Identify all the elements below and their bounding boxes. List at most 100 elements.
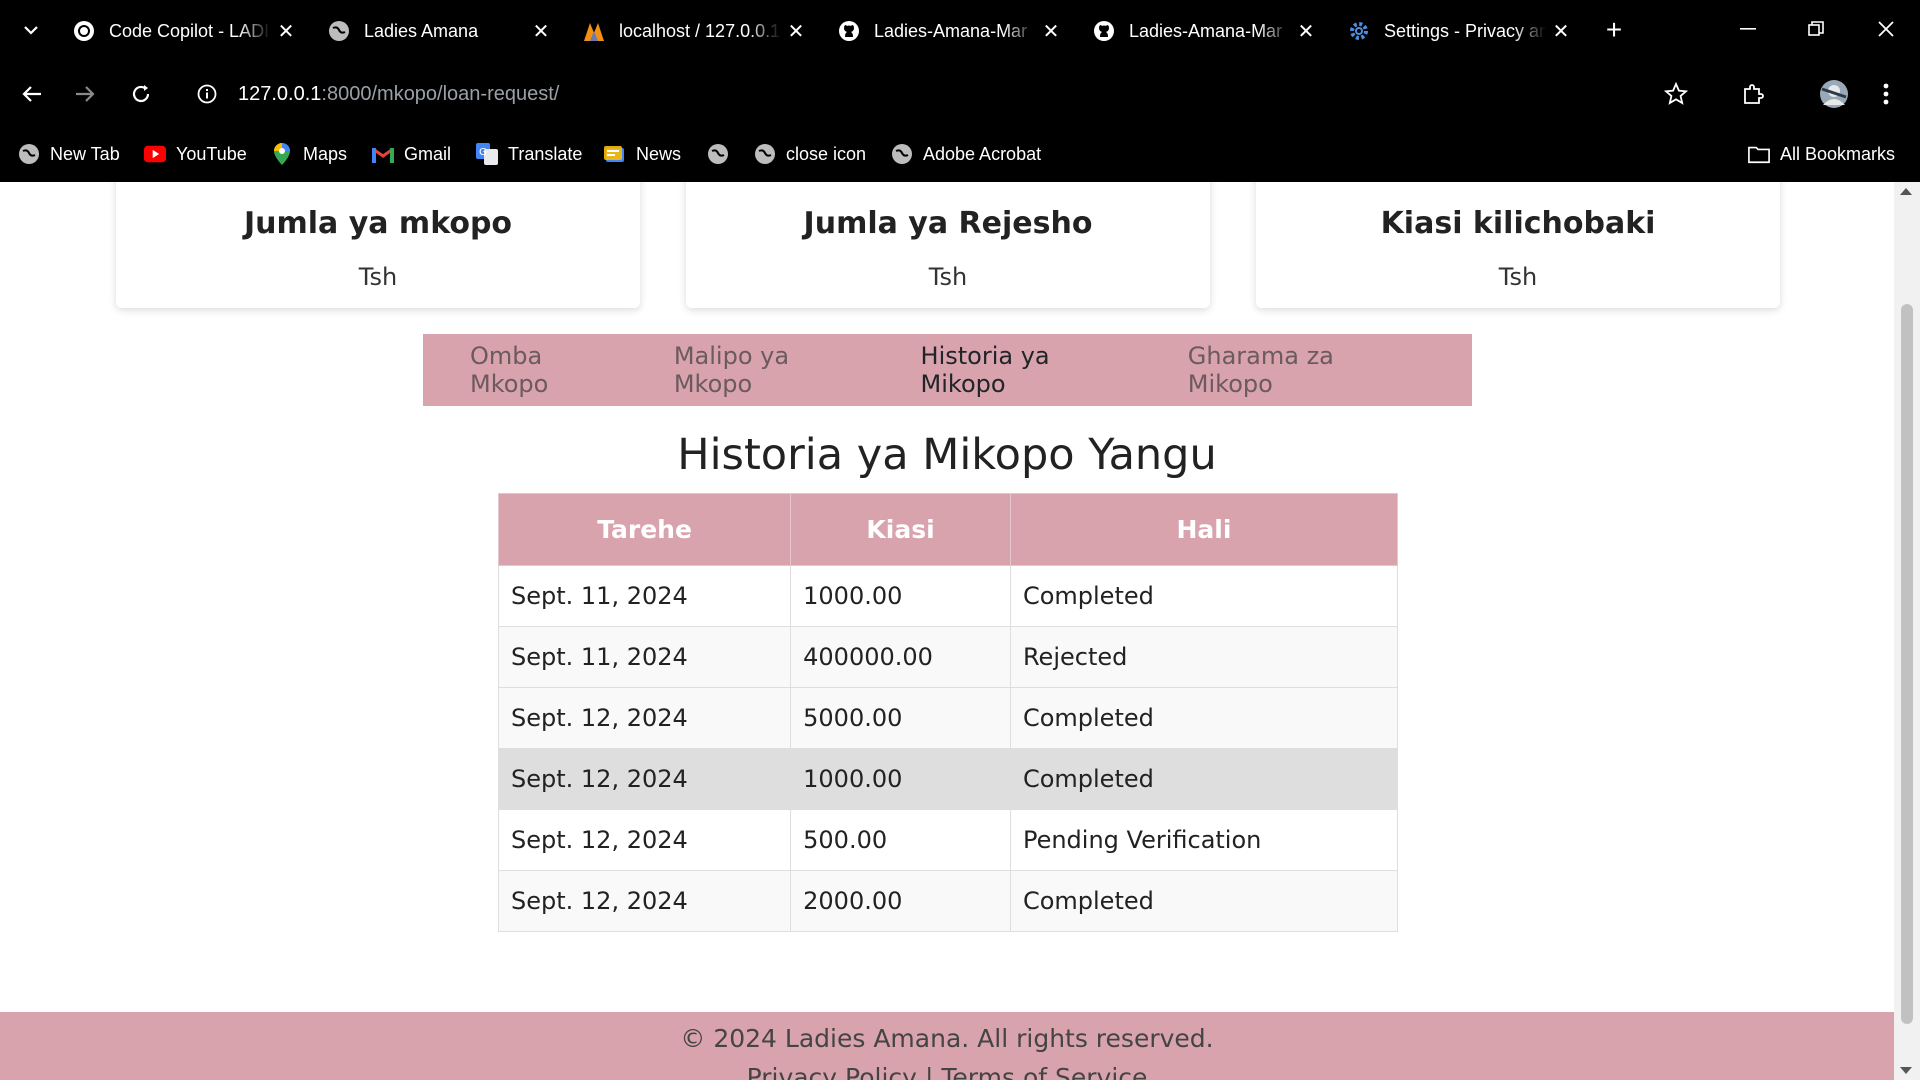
close-tab-icon[interactable]: ✕ [1036, 19, 1066, 44]
column-header-date: Tarehe [497, 493, 792, 566]
summary-card-value: Tsh [358, 263, 398, 291]
nav-request-loan[interactable]: Omba Mkopo [470, 342, 628, 398]
browser-menu-icon[interactable] [1868, 76, 1904, 112]
close-tab-icon[interactable]: ✕ [1291, 19, 1321, 44]
nav-loan-history[interactable]: Historia ya Mikopo [921, 342, 1142, 398]
nav-loan-payments[interactable]: Malipo ya Mkopo [674, 342, 875, 398]
tab-title: Ladies-Amana-Mar [1129, 20, 1283, 41]
maps-icon [271, 143, 293, 165]
cell-date: Sept. 11, 2024 [497, 626, 792, 688]
github-icon [1092, 19, 1116, 43]
table-row: Sept. 12, 2024 5000.00 Completed [497, 687, 1399, 749]
cell-status: Rejected [1009, 626, 1399, 688]
bookmark-label: Translate [508, 143, 583, 164]
minimize-icon[interactable] [1728, 12, 1768, 46]
tab-title: Code Copilot - LADIES AMANA [109, 20, 271, 41]
browser-tab[interactable]: Ladies-Amana-Mar ✕ [823, 10, 1078, 52]
summary-card-value: Tsh [928, 263, 968, 291]
cell-date: Sept. 12, 2024 [497, 870, 792, 932]
table-row: Sept. 11, 2024 1000.00 Completed [497, 565, 1399, 627]
back-arrow-icon[interactable] [14, 76, 50, 112]
table-row: Sept. 12, 2024 1000.00 Completed [497, 748, 1399, 810]
bookmark-label: Adobe Acrobat [923, 143, 1042, 164]
browser-tab[interactable]: Code Copilot - LADIES AMANA ✕ [58, 10, 313, 52]
browser-tab[interactable]: Settings - Privacy and security ✕ [1333, 10, 1588, 52]
cell-amount: 400000.00 [790, 626, 1011, 688]
bookmark-unnamed[interactable] [707, 140, 739, 168]
terms-of-service-link[interactable]: Terms of Service [941, 1063, 1147, 1080]
youtube-icon [144, 143, 166, 165]
page-viewport: Jumla ya mkopo Tsh Jumla ya Rejesho Tsh … [0, 182, 1920, 1080]
extensions-puzzle-icon[interactable] [1735, 76, 1771, 112]
table-row: Sept. 11, 2024 400000.00 Rejected [497, 626, 1399, 688]
tab-title: localhost / 127.0.0.1 [619, 20, 781, 41]
close-tab-icon[interactable]: ✕ [526, 19, 556, 44]
page-title: Historia ya Mikopo Yangu [677, 430, 1217, 480]
phpmyadmin-icon [582, 19, 606, 43]
cell-date: Sept. 12, 2024 [497, 809, 792, 871]
cell-status: Completed [1009, 565, 1399, 627]
table-row: Sept. 12, 2024 2000.00 Completed [497, 870, 1399, 932]
summary-card-title: Kiasi kilichobaki [1380, 206, 1656, 241]
bookmark-youtube[interactable]: YouTube [144, 140, 247, 168]
column-header-status: Hali [1009, 493, 1399, 566]
bookmark-new-tab[interactable]: New Tab [18, 140, 120, 168]
globe-icon [707, 143, 729, 165]
all-bookmarks-button[interactable]: All Bookmarks [1748, 140, 1895, 168]
new-tab-button[interactable]: + [1598, 14, 1630, 46]
cell-status: Completed [1009, 687, 1399, 749]
summary-card-total-loan: Jumla ya mkopo Tsh [116, 182, 640, 308]
news-icon [604, 143, 626, 165]
bookmark-label: News [636, 143, 682, 164]
site-info-icon[interactable] [192, 79, 222, 109]
browser-tab[interactable]: Ladies-Amana-Mar ✕ [1078, 10, 1333, 52]
restore-icon[interactable] [1796, 12, 1836, 46]
cell-status: Completed [1009, 870, 1399, 932]
bookmark-star-icon[interactable] [1658, 76, 1694, 112]
address-bar[interactable]: 127.0.0.1:8000/mkopo/loan-request/ [180, 70, 1630, 118]
bookmark-gmail[interactable]: Gmail [372, 140, 451, 168]
tab-title: Ladies Amana [364, 20, 479, 41]
bookmark-label: Maps [303, 143, 348, 164]
close-tab-icon[interactable]: ✕ [1546, 19, 1576, 44]
close-tab-icon[interactable]: ✕ [271, 19, 301, 44]
profile-avatar[interactable] [1816, 76, 1852, 112]
gear-icon [1347, 19, 1371, 43]
bookmark-news[interactable]: News [604, 140, 681, 168]
tab-title: Settings - Privacy and security [1384, 20, 1546, 41]
globe-icon [891, 143, 913, 165]
all-bookmarks-label: All Bookmarks [1780, 143, 1896, 164]
nav-loan-charges[interactable]: Gharama za Mikopo [1188, 342, 1426, 398]
scroll-up-arrow-icon[interactable] [1900, 188, 1912, 195]
browser-tab[interactable]: localhost / 127.0.0.1 ✕ [568, 10, 823, 52]
reload-icon[interactable] [123, 76, 159, 112]
table-header-row: Tarehe Kiasi Hali [497, 493, 1399, 566]
globe-icon [754, 143, 776, 165]
bookmark-translate[interactable]: G Translate [476, 140, 582, 168]
tab-search-chevron-icon[interactable] [16, 14, 46, 44]
bookmark-adobe-acrobat[interactable]: Adobe Acrobat [891, 140, 1041, 168]
close-window-icon[interactable] [1866, 12, 1906, 46]
url-host: 127.0.0.1 [238, 82, 322, 105]
footer-link-separator: | [924, 1063, 934, 1080]
close-tab-icon[interactable]: ✕ [781, 19, 811, 44]
cell-date: Sept. 12, 2024 [497, 748, 792, 810]
footer-copyright: © 2024 Ladies Amana. All rights reserved… [680, 1024, 1214, 1053]
scroll-down-arrow-icon[interactable] [1900, 1067, 1912, 1074]
cell-date: Sept. 12, 2024 [497, 687, 792, 749]
cell-amount: 1000.00 [790, 748, 1011, 810]
tab-strip: Code Copilot - LADIES AMANA ✕ Ladies Ama… [0, 0, 1920, 62]
loan-nav-bar: Omba Mkopo Malipo ya Mkopo Historia ya M… [423, 334, 1472, 406]
browser-tab[interactable]: Ladies Amana ✕ [313, 10, 568, 52]
bookmark-close-icon[interactable]: close icon [754, 140, 866, 168]
globe-icon [18, 143, 40, 165]
cell-status: Pending Verification [1009, 809, 1399, 871]
privacy-policy-link[interactable]: Privacy Policy [747, 1063, 917, 1080]
column-header-amount: Kiasi [790, 493, 1011, 566]
page-scrollbar[interactable] [1894, 182, 1920, 1080]
bookmark-label: New Tab [50, 143, 120, 164]
url-path: :8000/mkopo/loan-request/ [321, 82, 560, 105]
bookmark-maps[interactable]: Maps [271, 140, 347, 168]
forward-arrow-icon[interactable] [67, 76, 103, 112]
scrollbar-thumb[interactable] [1901, 304, 1913, 1024]
